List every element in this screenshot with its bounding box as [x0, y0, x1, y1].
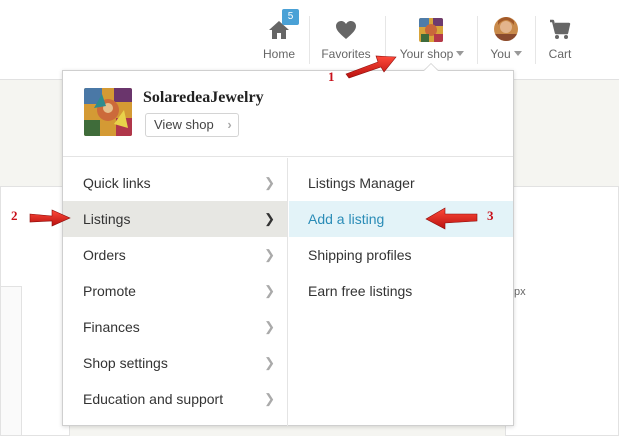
menu-item-label: Shop settings	[83, 355, 168, 371]
nav-home-label: Home	[262, 47, 295, 61]
submenu-item-listings-manager[interactable]: Listings Manager	[289, 165, 513, 201]
shop-avatar	[84, 88, 132, 136]
nav-divider	[385, 16, 386, 64]
chevron-right-icon: ❯	[264, 211, 275, 226]
shop-thumbnail	[419, 18, 443, 42]
background-panel-inner	[0, 286, 22, 436]
chevron-right-icon: ❯	[264, 283, 275, 298]
annotation-step-1: 1	[328, 69, 335, 84]
menu-item-label: Education and support	[83, 391, 224, 407]
menu-item-promote[interactable]: Promote ❯	[63, 273, 287, 309]
chevron-right-icon: ›	[227, 117, 232, 132]
nav-favorites-label: Favorites	[321, 47, 371, 61]
submenu-item-add-a-listing[interactable]: Add a listing	[289, 201, 513, 237]
chevron-down-icon	[456, 51, 465, 56]
chevron-down-icon	[513, 51, 522, 56]
chevron-right-icon: ❯	[264, 319, 275, 334]
nav-your-shop[interactable]: Your shop	[395, 14, 469, 70]
submenu-item-shipping-profiles[interactable]: Shipping profiles	[289, 237, 513, 273]
menu-item-finances[interactable]: Finances ❯	[63, 309, 287, 345]
notification-badge: 5	[282, 9, 299, 25]
nav-divider	[477, 16, 478, 64]
chevron-right-icon: ❯	[264, 247, 275, 262]
annotation-step-3: 3	[487, 208, 494, 223]
heart-icon	[336, 21, 356, 39]
chevron-right-icon: ❯	[264, 391, 275, 406]
menu-item-label: Orders	[83, 247, 126, 263]
nav-home[interactable]: 5 Home	[258, 9, 300, 70]
view-shop-button[interactable]: View shop ›	[145, 113, 239, 137]
nav-favorites[interactable]: Favorites	[318, 14, 374, 70]
nav-divider	[535, 16, 536, 64]
nav-you-label: You	[485, 47, 527, 61]
nav-you[interactable]: You	[485, 14, 527, 70]
menu-item-education-and-support[interactable]: Education and support ❯	[63, 381, 287, 417]
menu-item-quick-links[interactable]: Quick links ❯	[63, 165, 287, 201]
menu-item-label: Quick links	[83, 175, 151, 191]
menu-pointer-inner	[424, 64, 438, 71]
nav-divider	[309, 16, 310, 64]
background-stray-text: px	[514, 286, 526, 298]
chevron-right-icon: ❯	[264, 175, 275, 190]
shop-menu-categories: Quick links ❯ Listings ❯ Orders ❯ Promote ❯ …	[63, 158, 288, 426]
background-panel-right	[505, 186, 619, 436]
menu-item-label: Listings	[83, 211, 131, 227]
your-shop-dropdown: SolaredeaJewelry View shop › Quick links…	[62, 70, 514, 426]
view-shop-label: View shop	[154, 117, 214, 132]
chevron-right-icon: ❯	[264, 355, 275, 370]
cart-icon	[550, 19, 571, 39]
nav-your-shop-label: Your shop	[395, 47, 469, 61]
shop-header: SolaredeaJewelry View shop ›	[63, 71, 513, 157]
nav-cart[interactable]: Cart	[543, 14, 577, 70]
menu-item-label: Finances	[83, 319, 140, 335]
shop-name: SolaredeaJewelry	[143, 89, 264, 106]
listings-submenu: Listings Manager Add a listing Shipping …	[289, 158, 513, 426]
menu-item-label: Promote	[83, 283, 136, 299]
top-navigation-bar: 5 Home Favorites Your shop You Cart	[0, 0, 619, 80]
annotation-step-2: 2	[11, 208, 18, 223]
nav-cart-label: Cart	[548, 47, 572, 61]
submenu-item-earn-free-listings[interactable]: Earn free listings	[289, 273, 513, 309]
menu-item-orders[interactable]: Orders ❯	[63, 237, 287, 273]
avatar	[494, 17, 518, 41]
menu-item-shop-settings[interactable]: Shop settings ❯	[63, 345, 287, 381]
menu-item-listings[interactable]: Listings ❯	[63, 201, 287, 237]
